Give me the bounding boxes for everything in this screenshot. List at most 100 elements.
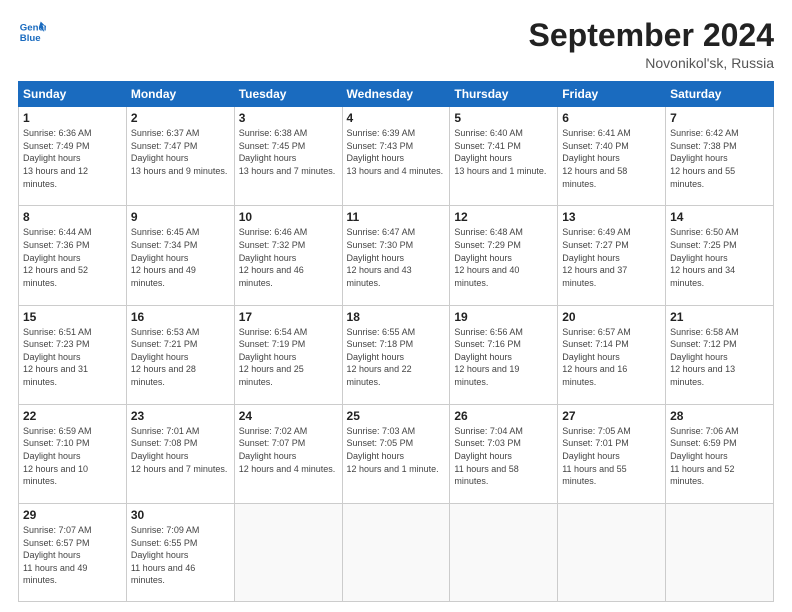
day-info: Sunrise: 6:58 AMSunset: 7:12 PMDaylight … [670,326,769,389]
table-row [342,503,450,601]
table-row: 24 Sunrise: 7:02 AMSunset: 7:07 PMDayligh… [234,404,342,503]
day-number: 1 [23,111,122,125]
day-info: Sunrise: 6:37 AMSunset: 7:47 PMDaylight … [131,127,230,177]
day-info: Sunrise: 6:53 AMSunset: 7:21 PMDaylight … [131,326,230,389]
day-number: 2 [131,111,230,125]
day-number: 10 [239,210,338,224]
day-number: 11 [347,210,446,224]
calendar-week-row: 1Sunrise: 6:36 AMSunset: 7:49 PMDaylight… [19,107,774,206]
day-info: Sunrise: 6:46 AMSunset: 7:32 PMDaylight … [239,226,338,289]
title-block: September 2024 Novonikol'sk, Russia [529,18,774,71]
day-number: 23 [131,409,230,423]
day-number: 6 [562,111,661,125]
table-row: 25Sunrise: 7:03 AMSunset: 7:05 PMDayligh… [342,404,450,503]
day-number: 29 [23,508,122,522]
day-number: 12 [454,210,553,224]
day-info: Sunrise: 6:41 AMSunset: 7:40 PMDaylight … [562,127,661,190]
header-sunday: Sunday [19,82,127,107]
day-number: 5 [454,111,553,125]
day-info: Sunrise: 6:44 AMSunset: 7:36 PMDaylight … [23,226,122,289]
table-row [450,503,558,601]
calendar-week-row: 8 Sunrise: 6:44 AMSunset: 7:36 PMDaylight… [19,206,774,305]
header: General Blue September 2024 Novonikol'sk… [18,18,774,71]
header-monday: Monday [126,82,234,107]
table-row: 9 Sunrise: 6:45 AMSunset: 7:34 PMDaylight… [126,206,234,305]
table-row: 7 Sunrise: 6:42 AMSunset: 7:38 PMDaylight… [666,107,774,206]
table-row: 12 Sunrise: 6:48 AMSunset: 7:29 PMDayligh… [450,206,558,305]
day-number: 22 [23,409,122,423]
day-info: Sunrise: 6:40 AMSunset: 7:41 PMDaylight … [454,127,553,177]
day-info: Sunrise: 6:47 AMSunset: 7:30 PMDaylight … [347,226,446,289]
header-friday: Friday [558,82,666,107]
calendar-week-row: 22 Sunrise: 6:59 AMSunset: 7:10 PMDayligh… [19,404,774,503]
svg-text:Blue: Blue [20,33,41,44]
day-info: Sunrise: 6:50 AMSunset: 7:25 PMDaylight … [670,226,769,289]
day-number: 9 [131,210,230,224]
table-row: 27 Sunrise: 7:05 AMSunset: 7:01 PMDayligh… [558,404,666,503]
calendar-week-row: 15 Sunrise: 6:51 AMSunset: 7:23 PMDayligh… [19,305,774,404]
day-number: 19 [454,310,553,324]
calendar-table: Sunday Monday Tuesday Wednesday Thursday… [18,81,774,602]
day-number: 28 [670,409,769,423]
header-thursday: Thursday [450,82,558,107]
table-row: 16 Sunrise: 6:53 AMSunset: 7:21 PMDayligh… [126,305,234,404]
day-number: 24 [239,409,338,423]
table-row: 11 Sunrise: 6:47 AMSunset: 7:30 PMDayligh… [342,206,450,305]
header-saturday: Saturday [666,82,774,107]
day-number: 13 [562,210,661,224]
day-number: 4 [347,111,446,125]
calendar-week-row: 29Sunrise: 7:07 AMSunset: 6:57 PMDayligh… [19,503,774,601]
table-row: 5 Sunrise: 6:40 AMSunset: 7:41 PMDaylight… [450,107,558,206]
day-info: Sunrise: 6:49 AMSunset: 7:27 PMDaylight … [562,226,661,289]
day-info: Sunrise: 7:09 AMSunset: 6:55 PMDaylight … [131,524,230,587]
table-row: 20 Sunrise: 6:57 AMSunset: 7:14 PMDayligh… [558,305,666,404]
day-info: Sunrise: 7:01 AMSunset: 7:08 PMDaylight … [131,425,230,475]
day-info: Sunrise: 6:55 AMSunset: 7:18 PMDaylight … [347,326,446,389]
day-info: Sunrise: 7:02 AMSunset: 7:07 PMDaylight … [239,425,338,475]
table-row: 3 Sunrise: 6:38 AMSunset: 7:45 PMDaylight… [234,107,342,206]
day-number: 7 [670,111,769,125]
table-row: 28Sunrise: 7:06 AMSunset: 6:59 PMDayligh… [666,404,774,503]
table-row: 22 Sunrise: 6:59 AMSunset: 7:10 PMDayligh… [19,404,127,503]
table-row: 21 Sunrise: 6:58 AMSunset: 7:12 PMDayligh… [666,305,774,404]
table-row [558,503,666,601]
table-row: 26Sunrise: 7:04 AMSunset: 7:03 PMDayligh… [450,404,558,503]
day-number: 3 [239,111,338,125]
day-number: 20 [562,310,661,324]
day-info: Sunrise: 6:38 AMSunset: 7:45 PMDaylight … [239,127,338,177]
table-row: 14 Sunrise: 6:50 AMSunset: 7:25 PMDayligh… [666,206,774,305]
table-row: 13 Sunrise: 6:49 AMSunset: 7:27 PMDayligh… [558,206,666,305]
table-row: 30Sunrise: 7:09 AMSunset: 6:55 PMDayligh… [126,503,234,601]
day-info: Sunrise: 6:45 AMSunset: 7:34 PMDaylight … [131,226,230,289]
day-number: 15 [23,310,122,324]
day-info: Sunrise: 7:03 AMSunset: 7:05 PMDaylight … [347,425,446,475]
header-wednesday: Wednesday [342,82,450,107]
day-info: Sunrise: 6:51 AMSunset: 7:23 PMDaylight … [23,326,122,389]
table-row: 17Sunrise: 6:54 AMSunset: 7:19 PMDayligh… [234,305,342,404]
day-number: 16 [131,310,230,324]
day-number: 8 [23,210,122,224]
day-info: Sunrise: 7:05 AMSunset: 7:01 PMDaylight … [562,425,661,488]
table-row [234,503,342,601]
day-number: 21 [670,310,769,324]
day-info: Sunrise: 6:48 AMSunset: 7:29 PMDaylight … [454,226,553,289]
table-row: 8 Sunrise: 6:44 AMSunset: 7:36 PMDaylight… [19,206,127,305]
table-row: 4 Sunrise: 6:39 AMSunset: 7:43 PMDaylight… [342,107,450,206]
day-info: Sunrise: 6:54 AMSunset: 7:19 PMDaylight … [239,326,338,389]
table-row: 1Sunrise: 6:36 AMSunset: 7:49 PMDaylight… [19,107,127,206]
table-row: 19Sunrise: 6:56 AMSunset: 7:16 PMDayligh… [450,305,558,404]
table-row: 18 Sunrise: 6:55 AMSunset: 7:18 PMDayligh… [342,305,450,404]
day-number: 14 [670,210,769,224]
header-tuesday: Tuesday [234,82,342,107]
table-row [666,503,774,601]
calendar-header-row: Sunday Monday Tuesday Wednesday Thursday… [19,82,774,107]
day-number: 18 [347,310,446,324]
day-number: 27 [562,409,661,423]
day-info: Sunrise: 6:59 AMSunset: 7:10 PMDaylight … [23,425,122,488]
day-info: Sunrise: 6:39 AMSunset: 7:43 PMDaylight … [347,127,446,177]
table-row: 10 Sunrise: 6:46 AMSunset: 7:32 PMDayligh… [234,206,342,305]
day-info: Sunrise: 6:57 AMSunset: 7:14 PMDaylight … [562,326,661,389]
table-row: 6 Sunrise: 6:41 AMSunset: 7:40 PMDaylight… [558,107,666,206]
month-title: September 2024 [529,18,774,53]
day-info: Sunrise: 6:42 AMSunset: 7:38 PMDaylight … [670,127,769,190]
